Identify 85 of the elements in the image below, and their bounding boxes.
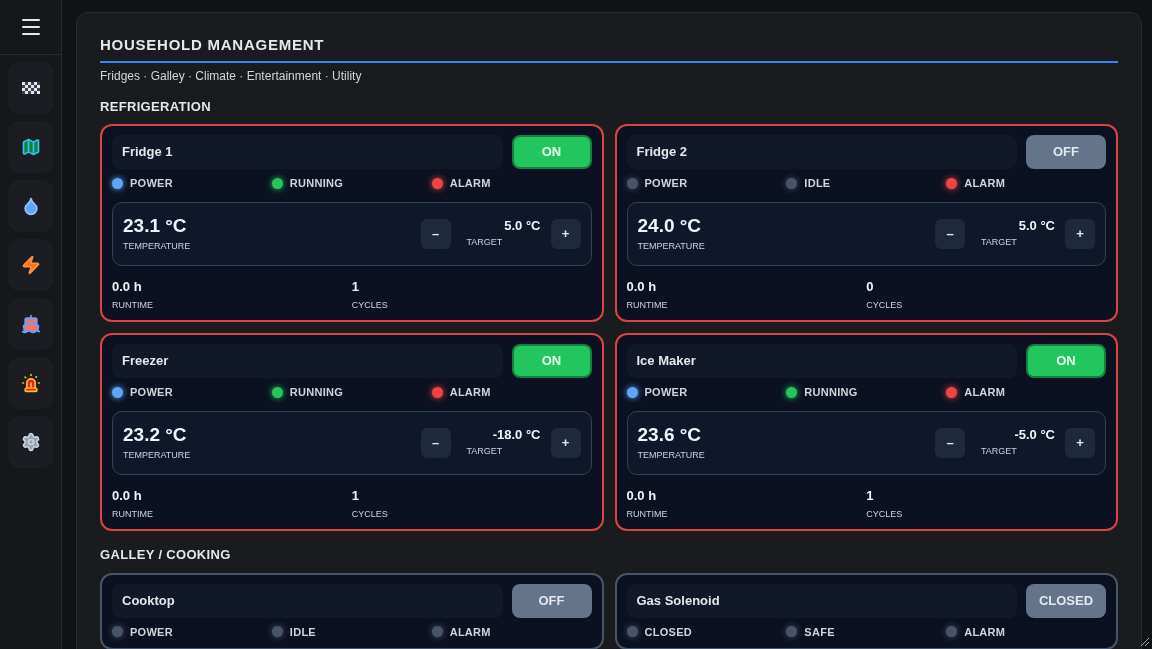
device-name: Fridge 2 xyxy=(626,135,1017,169)
status-label: ALARM xyxy=(449,624,491,640)
target-label: TARGET xyxy=(980,445,1017,459)
stat-label: RUNTIME xyxy=(626,507,669,521)
stat-value: 1 xyxy=(866,487,875,505)
device-name: Fridge 1 xyxy=(112,135,503,169)
decrease-button[interactable]: – xyxy=(420,219,451,249)
decrease-button[interactable]: – xyxy=(935,219,965,249)
stat-value: 1 xyxy=(351,278,360,296)
device-name: Gas Solenoid xyxy=(626,583,1017,618)
sidebar-button[interactable] xyxy=(7,62,54,114)
status-label: IDLE xyxy=(289,624,316,640)
temperature-value: 24.0 °C xyxy=(637,214,703,239)
stat-value: 0.0 h xyxy=(112,487,143,505)
temperature-value: 23.1 °C xyxy=(123,214,188,239)
stat-value: 1 xyxy=(351,487,360,505)
status-label: POWER xyxy=(130,624,173,640)
page-subtitle: Fridges · Galley · Climate · Entertainment · Utility xyxy=(100,67,363,85)
status-label: ALARM xyxy=(964,624,1006,640)
stat-label: RUNTIME xyxy=(626,298,669,312)
sidebar-button[interactable] xyxy=(7,239,54,291)
section-title: GALLEY / COOKING xyxy=(100,546,232,564)
target-value: 5.0 °C xyxy=(1018,218,1055,235)
status-label: CLOSED xyxy=(644,624,692,640)
page-title: HOUSEHOLD MANAGEMENT xyxy=(100,34,1118,63)
resize-handle-icon[interactable] xyxy=(1140,637,1150,647)
toggle-button[interactable]: CLOSED xyxy=(1026,583,1106,618)
temperature-value: 23.2 °C xyxy=(123,423,188,448)
decrease-button[interactable]: – xyxy=(935,428,965,458)
device-name: Cooktop xyxy=(112,583,503,618)
target-label: TARGET xyxy=(465,236,503,250)
lightning-icon xyxy=(20,255,41,275)
temperature-label: TEMPERATURE xyxy=(123,240,191,254)
temperature-value: 23.6 °C xyxy=(637,423,703,448)
stat-label: CYCLES xyxy=(351,298,389,312)
temperature-label: TEMPERATURE xyxy=(637,449,705,463)
toggle-button[interactable]: OFF xyxy=(511,583,592,618)
device-name: Freezer xyxy=(112,344,503,378)
status-label: RUNNING xyxy=(804,385,858,400)
target-label: TARGET xyxy=(465,445,503,459)
sidebar-button[interactable] xyxy=(7,357,54,409)
status-label: IDLE xyxy=(804,176,831,191)
increase-button[interactable]: + xyxy=(1065,428,1095,458)
ship-icon xyxy=(20,314,41,334)
section-title: REFRIGERATION xyxy=(100,97,212,116)
stat-value: 0 xyxy=(866,278,875,296)
target-value: -5.0 °C xyxy=(1014,427,1055,444)
stat-label: RUNTIME xyxy=(112,507,154,521)
increase-button[interactable]: + xyxy=(1065,219,1095,249)
stat-value: 0.0 h xyxy=(626,278,658,296)
status-label: ALARM xyxy=(964,176,1006,191)
stat-label: CYCLES xyxy=(866,507,904,521)
status-label: ALARM xyxy=(449,176,491,191)
status-label: POWER xyxy=(644,176,688,191)
siren-icon xyxy=(20,373,41,393)
stat-label: RUNTIME xyxy=(112,298,154,312)
decrease-button[interactable]: – xyxy=(420,428,451,458)
sidebar-button[interactable] xyxy=(7,416,54,468)
increase-button[interactable]: + xyxy=(550,428,581,458)
target-value: 5.0 °C xyxy=(504,218,541,235)
sidebar-button[interactable] xyxy=(7,298,54,350)
status-label: SAFE xyxy=(804,624,835,640)
device-name: Ice Maker xyxy=(626,344,1017,378)
sidebar-button[interactable] xyxy=(7,121,54,173)
stat-label: CYCLES xyxy=(351,507,389,521)
status-label: RUNNING xyxy=(289,176,344,191)
stat-value: 0.0 h xyxy=(112,278,143,296)
stat-label: CYCLES xyxy=(866,298,904,312)
sidebar-button[interactable] xyxy=(7,180,54,232)
status-label: POWER xyxy=(644,385,688,400)
temperature-label: TEMPERATURE xyxy=(637,240,705,254)
status-label: ALARM xyxy=(964,385,1006,400)
status-label: ALARM xyxy=(449,385,491,400)
target-value: -18.0 °C xyxy=(492,427,541,444)
toggle-button[interactable]: OFF xyxy=(1026,135,1106,169)
map-icon xyxy=(20,137,41,157)
increase-button[interactable]: + xyxy=(550,219,581,249)
checkered-flag-icon xyxy=(21,79,40,97)
target-label: TARGET xyxy=(980,236,1017,250)
stat-value: 0.0 h xyxy=(626,487,658,505)
status-label: POWER xyxy=(130,176,173,191)
settings-icon xyxy=(20,432,41,452)
status-label: POWER xyxy=(130,385,173,400)
status-label: RUNNING xyxy=(289,385,344,400)
temperature-label: TEMPERATURE xyxy=(123,449,191,463)
